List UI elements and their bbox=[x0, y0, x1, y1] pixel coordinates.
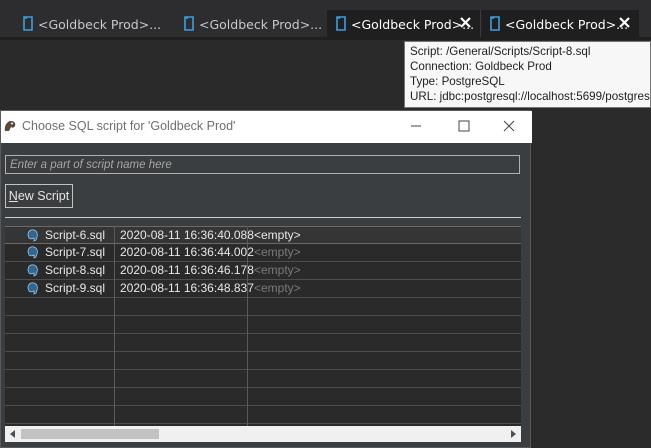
tab-label: <Goldbeck Prod>... bbox=[505, 16, 629, 32]
column-separator[interactable] bbox=[114, 226, 115, 426]
postgresql-elephant-icon bbox=[27, 264, 38, 277]
tooltip-script: Script: /General/Scripts/Script-8.sql bbox=[410, 45, 591, 58]
postgresql-elephant-icon bbox=[27, 246, 38, 259]
column-separator[interactable] bbox=[247, 226, 248, 426]
editor-tab-4[interactable]: <Goldbeck Prod>... bbox=[481, 10, 639, 38]
close-button[interactable] bbox=[486, 111, 532, 141]
script-name: Script-7.sql bbox=[45, 245, 106, 259]
empty-row bbox=[5, 334, 521, 352]
close-icon[interactable] bbox=[618, 16, 631, 29]
script-description: <empty> bbox=[254, 245, 301, 259]
script-description: <empty> bbox=[254, 281, 301, 295]
script-search-input[interactable] bbox=[5, 155, 520, 174]
minimize-button[interactable] bbox=[393, 111, 439, 141]
script-date: 2020-08-11 16:36:48.837 bbox=[120, 281, 254, 295]
tooltip-type: Type: PostgreSQL bbox=[410, 75, 505, 88]
scripts-table[interactable]: Script-6.sql 2020-08-11 16:36:40.088 <em… bbox=[5, 226, 521, 426]
postgresql-elephant-icon bbox=[27, 229, 38, 242]
tab-label: <Goldbeck Prod>... bbox=[351, 16, 475, 32]
postgresql-elephant-icon bbox=[27, 282, 38, 295]
close-icon[interactable] bbox=[459, 16, 472, 29]
new-script-button[interactable]: New Script bbox=[5, 184, 73, 208]
sql-script-icon bbox=[184, 16, 194, 31]
new-script-label: ew Script bbox=[17, 189, 70, 203]
tab-tooltip: Script: /General/Scripts/Script-8.sql Co… bbox=[404, 41, 651, 108]
script-name: Script-8.sql bbox=[45, 263, 106, 277]
editor-tab-3-active[interactable]: <Goldbeck Prod>... bbox=[327, 10, 481, 38]
script-date: 2020-08-11 16:36:46.178 bbox=[120, 263, 254, 277]
script-name: Script-6.sql bbox=[45, 228, 106, 242]
editor-tab-2[interactable]: <Goldbeck Prod>... bbox=[175, 10, 325, 38]
tab-label: <Goldbeck Prod>... bbox=[199, 16, 323, 32]
minimize-icon bbox=[411, 125, 421, 127]
table-row[interactable]: Script-7.sql 2020-08-11 16:36:44.002 <em… bbox=[5, 244, 521, 262]
empty-row bbox=[5, 406, 521, 424]
scroll-right-icon[interactable] bbox=[509, 430, 517, 438]
empty-row bbox=[5, 370, 521, 388]
script-name: Script-9.sql bbox=[45, 281, 106, 295]
maximize-icon bbox=[458, 120, 470, 132]
tooltip-connection: Connection: Goldbeck Prod bbox=[410, 60, 552, 73]
dbeaver-beaver-icon bbox=[4, 121, 16, 131]
dialog-title: Choose SQL script for 'Goldbeck Prod' bbox=[22, 119, 236, 133]
divider bbox=[5, 217, 521, 218]
editor-tab-1[interactable]: <Goldbeck Prod>... bbox=[14, 10, 164, 38]
empty-row bbox=[5, 352, 521, 370]
sql-script-icon bbox=[336, 16, 346, 31]
maximize-button[interactable] bbox=[441, 111, 487, 141]
editor-tab-bar: <Goldbeck Prod>... <Goldbeck Prod>... <G… bbox=[0, 0, 651, 40]
empty-row bbox=[5, 298, 521, 316]
sql-script-icon bbox=[23, 16, 33, 31]
script-date: 2020-08-11 16:36:44.002 bbox=[120, 245, 254, 259]
scroll-left-icon[interactable] bbox=[9, 430, 17, 438]
close-icon bbox=[503, 120, 515, 132]
script-description: <empty> bbox=[254, 263, 301, 277]
sql-script-icon bbox=[490, 16, 500, 31]
table-row[interactable]: Script-9.sql 2020-08-11 16:36:48.837 <em… bbox=[5, 280, 521, 298]
choose-sql-script-dialog: Choose SQL script for 'Goldbeck Prod' Ne… bbox=[0, 110, 532, 448]
new-script-mnemonic: N bbox=[8, 189, 18, 203]
script-date: 2020-08-11 16:36:40.088 bbox=[120, 228, 254, 242]
dialog-titlebar[interactable]: Choose SQL script for 'Goldbeck Prod' bbox=[1, 111, 532, 143]
horizontal-scrollbar[interactable] bbox=[5, 426, 521, 442]
scrollbar-thumb[interactable] bbox=[21, 429, 159, 439]
table-row[interactable]: Script-8.sql 2020-08-11 16:36:46.178 <em… bbox=[5, 262, 521, 280]
table-row[interactable]: Script-6.sql 2020-08-11 16:36:40.088 <em… bbox=[5, 226, 521, 244]
empty-row bbox=[5, 388, 521, 406]
script-description: <empty> bbox=[254, 228, 301, 242]
tab-label: <Goldbeck Prod>... bbox=[38, 16, 162, 32]
tooltip-url: URL: jdbc:postgresql://localhost:5699/po… bbox=[410, 90, 650, 103]
empty-row bbox=[5, 316, 521, 334]
